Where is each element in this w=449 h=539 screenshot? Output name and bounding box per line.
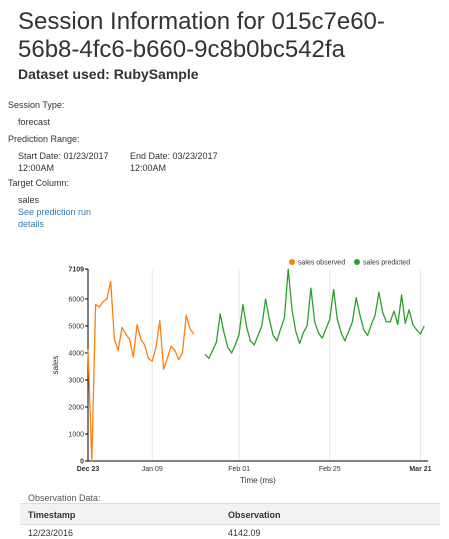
start-time: 12:00AM (18, 163, 55, 173)
x-tick-label: Feb 01 (228, 466, 250, 473)
y-tick-label: 3000 (68, 377, 84, 384)
y-tick-label: 4000 (68, 350, 84, 357)
y-tick-label: 0 (80, 459, 84, 466)
x-tick-label: Mar 21 (409, 466, 431, 473)
end-date: End Date: 03/23/2017 (130, 151, 218, 161)
table-cell-observation: 4142.09 (228, 528, 261, 538)
table-cell-timestamp: 12/23/2016 (28, 528, 74, 538)
legend-marker-icon (354, 259, 360, 265)
session-type-value: forecast (18, 117, 51, 127)
legend-marker-icon (289, 259, 295, 265)
predicted-series-line (204, 268, 425, 360)
x-ticks: Dec 23 Jan 09 Feb 01 Feb 25 Mar 21 (77, 466, 432, 473)
prediction-run-details-link-line2[interactable]: details (18, 219, 44, 229)
session-type-label: Session Type: (8, 100, 65, 110)
x-axis-label: Time (ms) (240, 476, 276, 485)
series-lines (87, 268, 425, 462)
y-ticks: 0 1000 2000 3000 4000 5000 6000 7109 (68, 267, 88, 466)
y-tick-label: 7109 (68, 267, 84, 274)
column-header-observation: Observation (228, 510, 281, 520)
target-column-value: sales (18, 195, 40, 205)
start-date: Start Date: 01/23/2017 (18, 151, 109, 161)
target-column-label: Target Column: (8, 178, 70, 188)
y-tick-label: 6000 (68, 296, 84, 303)
observed-series-line (87, 280, 195, 462)
y-tick-label: 2000 (68, 404, 84, 411)
x-tick-label: Feb 25 (319, 466, 341, 473)
legend-item[interactable]: sales observed (289, 259, 345, 267)
dataset-label: Dataset used: RubySample (18, 66, 199, 82)
page-title: Session Information for 015c7e60-56b8-4f… (18, 8, 385, 63)
legend-label: sales observed (298, 260, 345, 267)
x-tick-label: Jan 09 (142, 466, 163, 473)
prediction-range-label: Prediction Range: (8, 134, 80, 144)
sales-chart: 0 1000 2000 3000 4000 5000 6000 7109 Dec 23 Jan … (51, 259, 432, 485)
y-tick-label: 5000 (68, 323, 84, 330)
y-axis-label: sales (51, 356, 60, 375)
column-header-timestamp: Timestamp (28, 510, 76, 520)
x-tick-label: Dec 23 (77, 466, 100, 473)
chart-grid (87, 269, 421, 461)
observation-table-header: Timestamp Observation (20, 503, 440, 525)
end-time: 12:00AM (130, 163, 167, 173)
legend-item[interactable]: sales predicted (354, 259, 410, 267)
y-tick-label: 1000 (68, 431, 84, 438)
chart-legend[interactable]: sales observed sales predicted (289, 259, 410, 267)
prediction-run-details-link[interactable]: See prediction run (18, 207, 91, 217)
observation-data-title: Observation Data: (28, 493, 101, 503)
legend-label: sales predicted (363, 260, 410, 267)
